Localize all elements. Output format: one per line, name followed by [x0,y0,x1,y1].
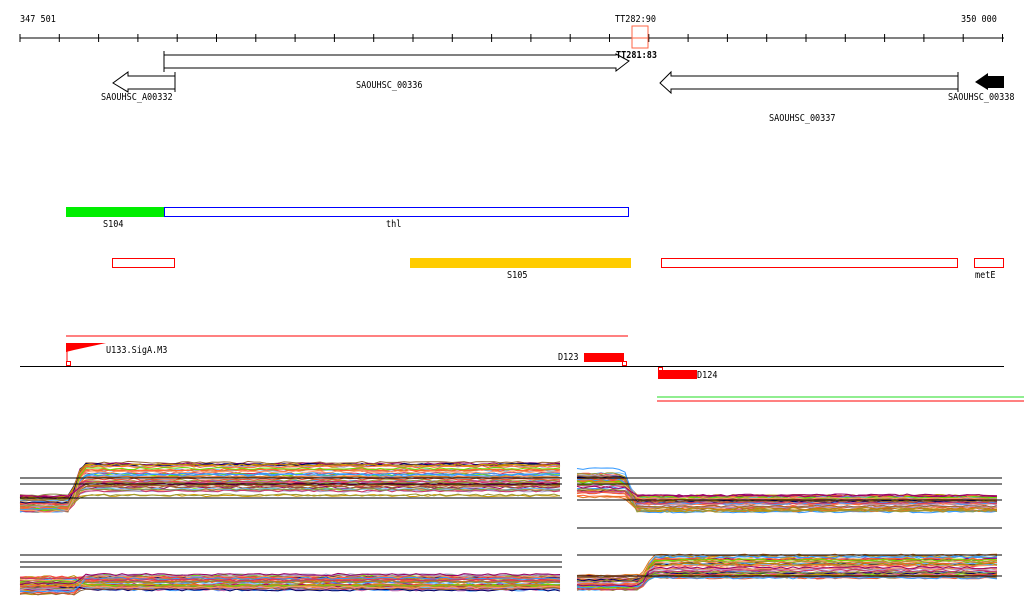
gene-SAOUHSC_00337[interactable] [659,70,959,95]
feature-label: metE [975,270,996,281]
expression-line [576,479,998,498]
expression-line [576,485,998,497]
expression-line [576,475,998,498]
gene-SAOUHSC_00336[interactable] [163,51,630,73]
marker-label: TT282:90 [615,14,656,25]
expression-profiles [19,460,1002,596]
feature-s105[interactable] [410,258,631,268]
feature-red-1[interactable] [112,258,175,268]
feature-label: S104 [103,219,124,230]
feature-thl[interactable] [164,207,629,217]
feature-label: D123 [558,352,579,363]
feature-label: S105 [507,270,528,281]
marker-box[interactable] [631,25,649,49]
ruler-start-label: 347 501 [20,14,56,25]
terminator-d123[interactable] [584,353,624,362]
ruler-end-label: 350 000 [961,14,997,25]
expression-line [19,489,561,506]
gene-label: SAOUHSC_00337 [769,113,836,124]
feature-label: thl [386,219,402,230]
marker-label-2: TT281:83 [616,50,657,61]
coordinate-ruler [19,34,1004,42]
gene-label: SAOUHSC_A00332 [101,92,173,103]
feature-red-2[interactable] [661,258,958,268]
genome-browser: 347 501 350 000 TT282:90 TT281:83 SAOUHS… [0,0,1024,611]
gene-label: SAOUHSC_00338 [948,92,1015,103]
gene-label: SAOUHSC_00336 [356,80,423,91]
promoter-u133[interactable] [66,343,106,352]
gene-SAOUHSC_00338[interactable] [975,73,1004,90]
gene-SAOUHSC_A00332[interactable] [112,71,176,93]
feature-s104[interactable] [66,207,164,217]
terminator-d124[interactable] [658,370,697,379]
feature-metE[interactable] [974,258,1004,268]
expression-line [19,489,561,513]
feature-label: D124 [697,370,718,381]
feature-label: U133.SigA.M3 [106,345,168,356]
